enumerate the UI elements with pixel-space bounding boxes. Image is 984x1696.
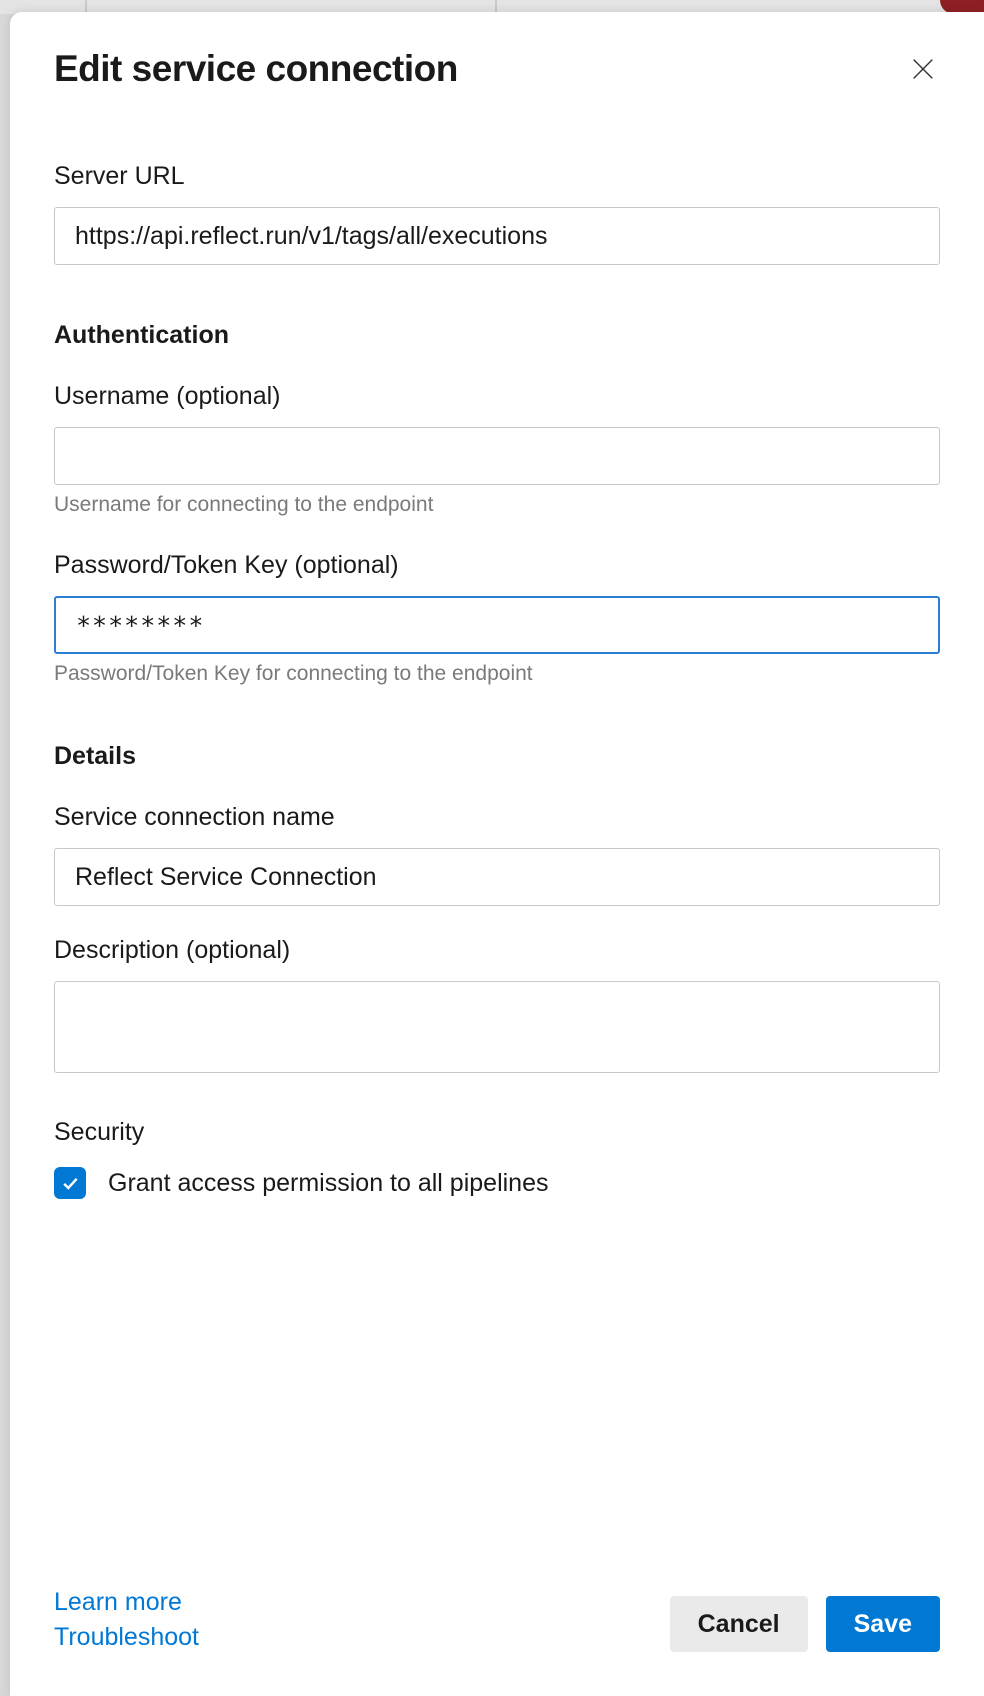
learn-more-link[interactable]: Learn more	[54, 1588, 199, 1617]
password-label: Password/Token Key (optional)	[54, 551, 940, 580]
username-help: Username for connecting to the endpoint	[54, 493, 940, 517]
dialog-header: Edit service connection	[10, 12, 984, 90]
dialog-body: Server URL Authentication Username (opti…	[10, 90, 984, 1568]
description-label: Description (optional)	[54, 936, 940, 965]
security-heading: Security	[54, 1118, 940, 1147]
description-input[interactable]	[54, 981, 940, 1073]
grant-access-checkbox[interactable]	[54, 1167, 86, 1199]
close-button[interactable]	[906, 52, 940, 86]
description-field: Description (optional)	[54, 936, 940, 1078]
service-name-label: Service connection name	[54, 803, 940, 832]
authentication-heading: Authentication	[54, 321, 940, 350]
username-field: Username (optional) Username for connect…	[54, 382, 940, 517]
close-icon	[909, 55, 937, 83]
grant-access-row[interactable]: Grant access permission to all pipelines	[54, 1167, 940, 1199]
password-input[interactable]	[54, 596, 940, 654]
username-label: Username (optional)	[54, 382, 940, 411]
footer-links: Learn more Troubleshoot	[54, 1588, 199, 1652]
dialog-footer: Learn more Troubleshoot Cancel Save	[10, 1568, 984, 1696]
cancel-button[interactable]: Cancel	[670, 1596, 808, 1652]
save-button[interactable]: Save	[826, 1596, 940, 1652]
details-section: Details Service connection name Descript…	[54, 742, 940, 1078]
security-section: Security Grant access permission to all …	[54, 1118, 940, 1199]
edit-service-connection-dialog: Edit service connection Server URL Authe…	[10, 12, 984, 1696]
server-url-label: Server URL	[54, 162, 940, 191]
password-help: Password/Token Key for connecting to the…	[54, 662, 940, 686]
username-input[interactable]	[54, 427, 940, 485]
server-url-field: Server URL	[54, 162, 940, 265]
footer-buttons: Cancel Save	[670, 1596, 940, 1652]
authentication-section: Authentication Username (optional) Usern…	[54, 321, 940, 686]
service-name-field: Service connection name	[54, 803, 940, 906]
dialog-title: Edit service connection	[54, 48, 458, 90]
check-icon	[60, 1173, 80, 1193]
troubleshoot-link[interactable]: Troubleshoot	[54, 1623, 199, 1652]
grant-access-label: Grant access permission to all pipelines	[108, 1169, 548, 1198]
password-field: Password/Token Key (optional) Password/T…	[54, 551, 940, 686]
service-name-input[interactable]	[54, 848, 940, 906]
details-heading: Details	[54, 742, 940, 771]
server-url-input[interactable]	[54, 207, 940, 265]
